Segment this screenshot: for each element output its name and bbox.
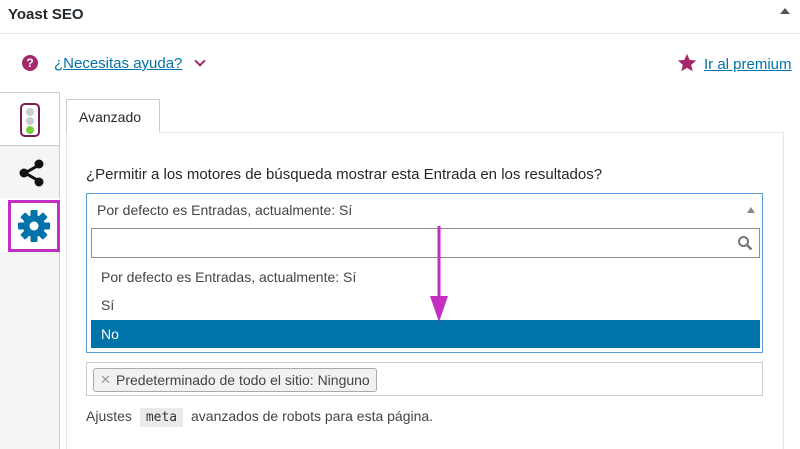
- metabox-header: Yoast SEO: [0, 0, 800, 34]
- remove-x-icon[interactable]: ✕: [100, 372, 111, 388]
- help-bar: ? ¿Necesitas ayuda? Ir al premium: [0, 48, 800, 82]
- premium-link[interactable]: Ir al premium: [704, 56, 792, 73]
- star-icon[interactable]: [676, 52, 698, 74]
- tab-social[interactable]: [0, 146, 60, 198]
- gear-icon: [18, 210, 50, 242]
- share-icon: [19, 159, 44, 187]
- sidebar-tabs: [0, 92, 60, 449]
- question-icon[interactable]: ?: [22, 55, 38, 71]
- caret-up-icon: [747, 207, 755, 213]
- select-value: Por defecto es Entradas, actualmente: Sí: [97, 202, 353, 218]
- index-question-label: ¿Permitir a los motores de búsqueda most…: [86, 166, 603, 183]
- tab-advanced[interactable]: [8, 200, 60, 252]
- collapse-toggle-icon[interactable]: [780, 8, 790, 14]
- traffic-light-icon: [20, 103, 40, 137]
- tab-avanzado[interactable]: Avanzado: [66, 99, 160, 133]
- help-text-after: avanzados de robots para esta página.: [191, 408, 434, 424]
- tab-readability[interactable]: [0, 92, 60, 146]
- metabox-title: Yoast SEO: [8, 6, 84, 23]
- help-text-code: meta: [139, 408, 184, 427]
- annotation-arrow-icon: [430, 226, 448, 322]
- robots-help-text: Ajustes meta avanzados de robots para es…: [86, 408, 434, 427]
- index-select[interactable]: Por defecto es Entradas, actualmente: Sí: [86, 193, 763, 225]
- robots-chip-label: Predeterminado de todo el sitio: Ninguno: [116, 372, 370, 388]
- robots-chip: ✕ Predeterminado de todo el sitio: Ningu…: [93, 368, 377, 392]
- chevron-down-icon[interactable]: [194, 55, 206, 67]
- select-dropdown: Por defecto es Entradas, actualmente: Sí…: [86, 224, 763, 353]
- search-icon: [738, 236, 753, 251]
- sidebar-filler: [0, 252, 60, 449]
- help-text-before: Ajustes: [86, 408, 132, 424]
- help-link[interactable]: ¿Necesitas ayuda?: [54, 55, 182, 72]
- robots-meta-input[interactable]: ✕ Predeterminado de todo el sitio: Ningu…: [86, 362, 763, 396]
